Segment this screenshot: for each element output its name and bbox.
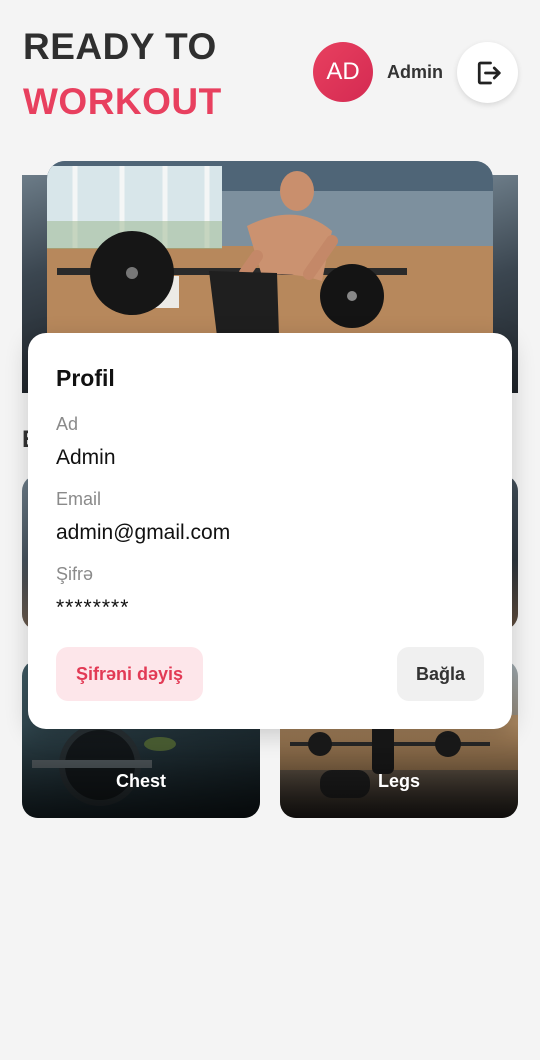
page-title-line-1: READY TO	[23, 26, 217, 67]
logout-icon	[477, 61, 501, 84]
logout-button[interactable]	[457, 42, 518, 103]
name-value: Admin	[56, 446, 116, 469]
app-screen: READY TO WORKOUT AD Admin E Chest	[0, 0, 540, 1060]
email-label: Email	[56, 489, 102, 509]
avatar-initials: AD	[326, 58, 360, 85]
name-label: Ad	[56, 414, 79, 434]
category-label-chest: Chest	[115, 771, 166, 791]
profile-modal: Profil Ad Admin Email admin@gmail.com Şi…	[28, 333, 512, 729]
change-password-button[interactable]: Şifrəni dəyiş	[56, 647, 203, 701]
password-value: ********	[56, 596, 130, 619]
page-title-line-2: WORKOUT	[23, 81, 222, 122]
category-label-legs: Legs	[377, 771, 420, 791]
password-label: Şifrə	[56, 564, 94, 584]
email-value: admin@gmail.com	[56, 521, 231, 544]
user-name: Admin	[387, 62, 443, 82]
avatar[interactable]: AD	[313, 42, 373, 102]
close-button[interactable]: Bağla	[397, 647, 484, 701]
modal-title: Profil	[56, 365, 115, 391]
